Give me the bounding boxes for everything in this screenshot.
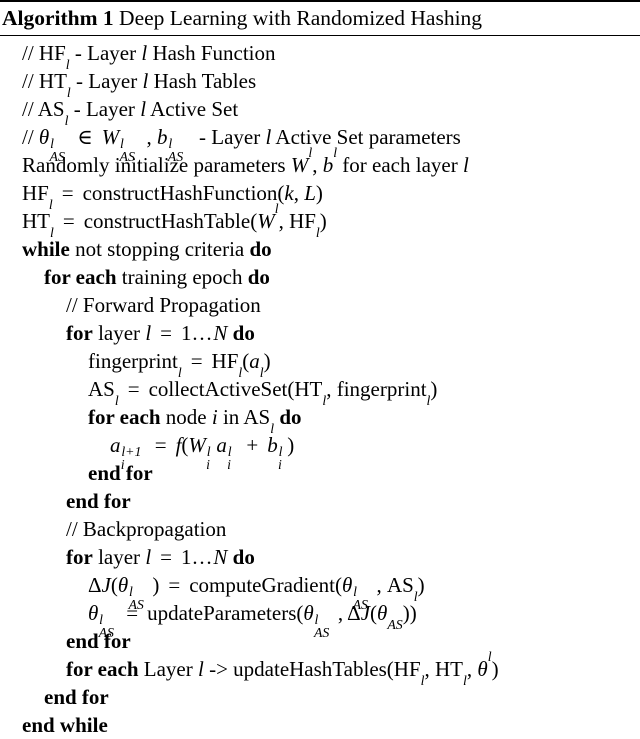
algorithm-label: Algorithm 1 (2, 6, 114, 30)
alg-line-comment-ht: // HTl - Layer l Hash Tables (22, 69, 257, 101)
alg-line-comment-params: // θ l AS ∈ Wl AS, b l AS - Layer l Active Set… (22, 125, 461, 164)
alg-line-activation-update: a l+1 i = f(W l i a l i + b l i) (110, 433, 295, 472)
alg-line-while-start: while not stopping criteria do (22, 237, 272, 261)
algorithm-block: Algorithm 1 Deep Learning with Randomize… (0, 0, 640, 739)
alg-line-construct-hash-function: HFl = constructHashFunction(k, L) (22, 181, 323, 213)
alg-line-collect-active-set: ASl = collectActiveSet(HTl, fingerprintl… (88, 377, 438, 409)
alg-line-comment-as: // ASl - Layer l Active Set (22, 97, 239, 129)
alg-line-end-for-epoch: end for (44, 685, 109, 709)
alg-line-compute-gradient: ΔJ(θ l AS) = computeGradient(θ l AS, ASl) (88, 573, 425, 612)
alg-line-end-while: end while (22, 713, 108, 737)
alg-line-update-hash-tables: for each Layer l -> updateHashTables(HFl… (66, 648, 499, 689)
alg-line-end-for-node: end for (88, 461, 153, 485)
alg-line-fingerprint: fingerprintl = HFl(al) (88, 349, 271, 381)
alg-line-end-for-layer-forward: end for (66, 489, 131, 513)
alg-line-comment-forward: // Forward Propagation (66, 293, 261, 317)
alg-line-for-layer-backward: for layer l = 1…N do (66, 545, 255, 569)
alg-line-for-epoch: for each training epoch do (44, 265, 270, 289)
alg-line-construct-hash-table: HTl = constructHashTable(Wl, HFl) (22, 200, 327, 241)
alg-line-update-parameters: θ l AS = updateParameters(θ l AS, ΔJ(θAS)) (88, 601, 417, 640)
alg-line-comment-backprop: // Backpropagation (66, 517, 227, 541)
algorithm-title: Algorithm 1 Deep Learning with Randomize… (0, 2, 640, 35)
alg-line-init: Randomly initialize parameters Wl, bl fo… (22, 144, 469, 177)
algorithm-body: // HFl - Layer l Hash Function // HTl - … (0, 36, 640, 739)
algorithm-title-text: Deep Learning with Randomized Hashing (119, 6, 483, 30)
alg-line-for-node: for each node i in ASl do (88, 405, 302, 437)
alg-line-comment-hf: // HFl - Layer l Hash Function (22, 41, 276, 73)
alg-line-for-layer-forward: for layer l = 1…N do (66, 321, 255, 345)
